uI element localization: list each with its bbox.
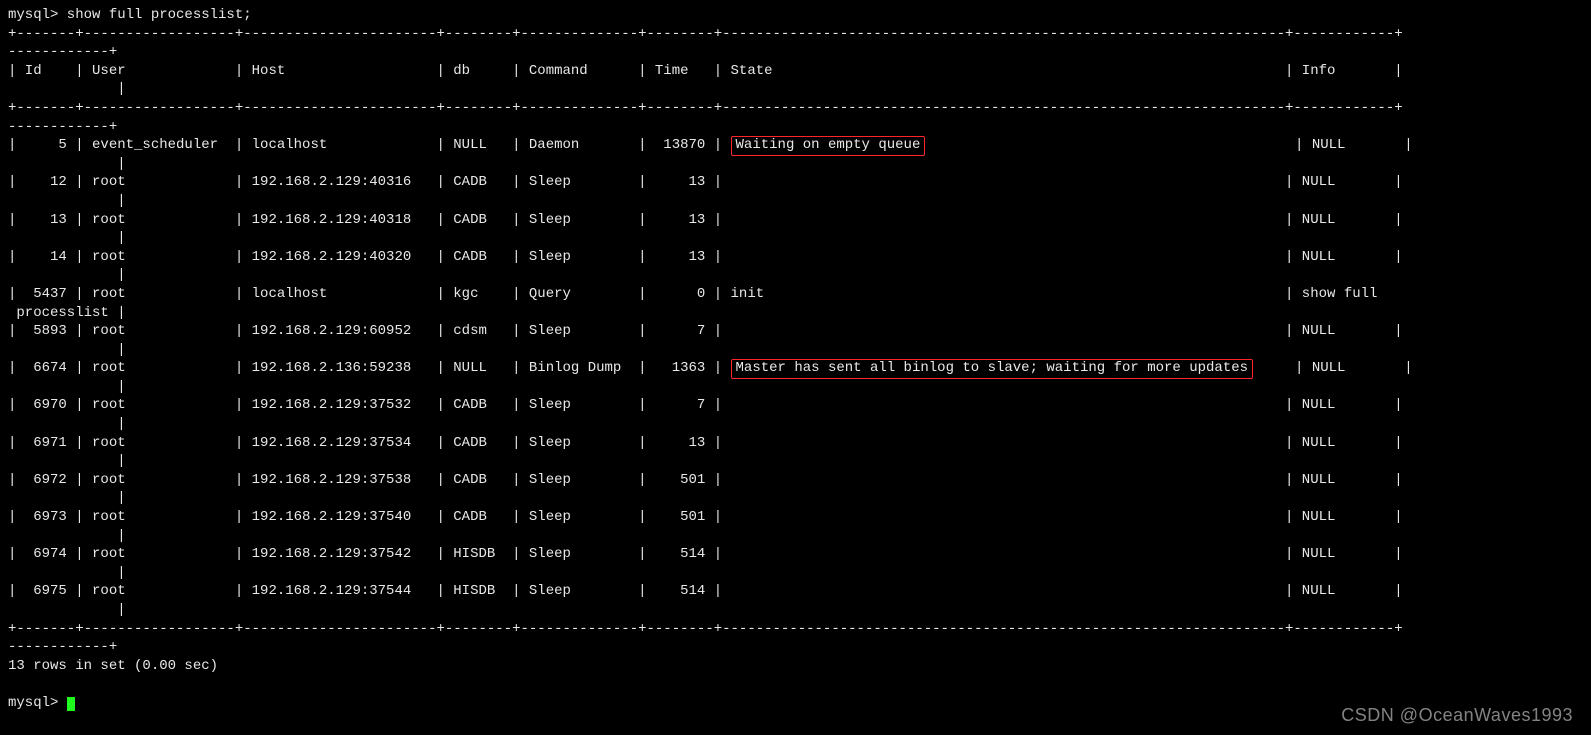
cursor: [67, 697, 75, 711]
highlighted-state: Master has sent all binlog to slave; wai…: [731, 359, 1253, 379]
watermark: CSDN @OceanWaves1993: [1341, 706, 1573, 725]
mysql-terminal-output: mysql> show full processlist; +-------+-…: [0, 0, 1591, 713]
highlighted-state: Waiting on empty queue: [731, 136, 926, 156]
